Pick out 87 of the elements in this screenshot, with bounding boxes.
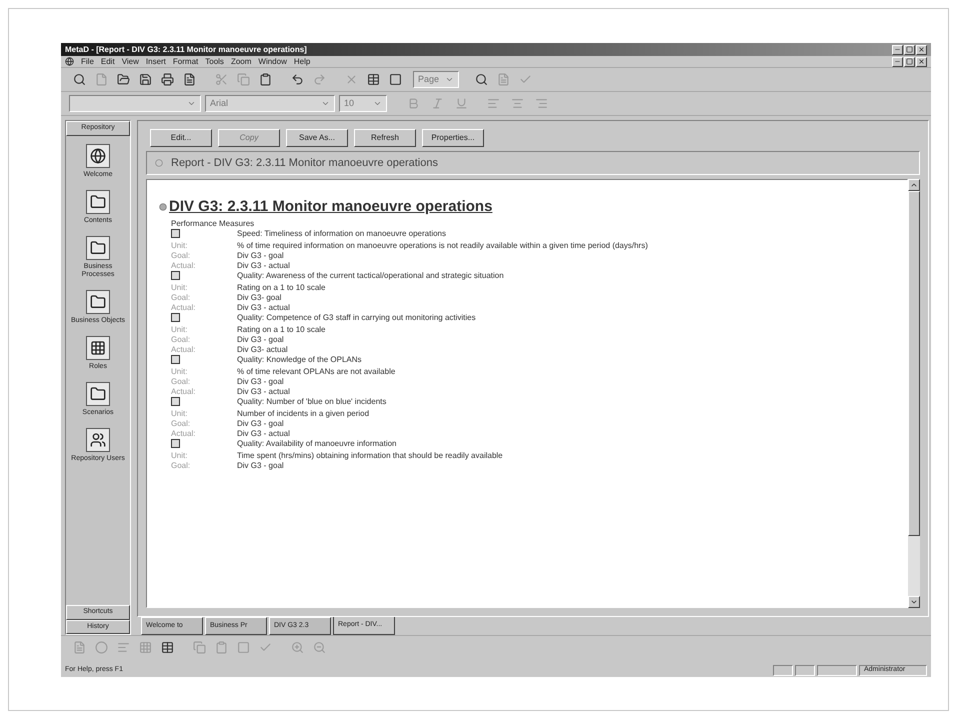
report-heading: DIV G3: 2.3.11 Monitor manoeuvre operations <box>169 197 492 217</box>
document-menu-icon[interactable] <box>65 57 74 66</box>
action-button[interactable]: Refresh <box>354 129 416 147</box>
field-value: Time spent (hrs/mins) obtaining information that should be readily available <box>237 450 504 460</box>
measure-title: Quality: Competence of G3 staff in carrying out monitoring activities <box>237 312 476 324</box>
field-label: Goal: <box>171 460 192 470</box>
minimize-icon[interactable] <box>892 56 903 66</box>
close-icon[interactable] <box>916 44 927 54</box>
field-value: Div G3- goal <box>237 292 282 302</box>
measure-icon <box>171 228 180 238</box>
field-value: Div G3 - goal <box>237 250 285 260</box>
measure-title: Quality: Number of 'blue on blue' incidents <box>237 396 386 408</box>
measure-title: Speed: Timeliness of information on manoeuvre operations <box>237 228 446 240</box>
folder-icon <box>86 236 110 260</box>
menu-item[interactable]: File <box>81 56 94 68</box>
folder-icon <box>86 190 110 214</box>
field-label: Unit: <box>171 324 188 334</box>
field-label: Unit: <box>171 408 188 418</box>
window-title: MetaD - [Report - DIV G3: 2.3.11 Monitor manoeuvre operations] <box>65 44 307 56</box>
field-value: Div G3 - goal <box>237 460 285 470</box>
field-label: Unit: <box>171 282 188 292</box>
measure-title: Quality: Knowledge of the OPLANs <box>237 354 362 366</box>
field-label: Goal: <box>171 376 192 386</box>
field-label: Actual: <box>171 386 196 396</box>
field-label: Unit: <box>171 366 188 376</box>
measure-icon <box>171 312 180 322</box>
grid-icon <box>86 336 110 360</box>
field-value: % of time relevant OPLANs are not available <box>237 366 396 376</box>
maximize-icon[interactable] <box>904 44 915 54</box>
field-label: Goal: <box>171 250 192 260</box>
field-value: Rating on a 1 to 10 scale <box>237 324 327 334</box>
bullet-icon <box>159 203 167 212</box>
measure-icon <box>171 438 180 448</box>
field-value: Rating on a 1 to 10 scale <box>237 282 327 292</box>
measure-icon <box>171 354 180 364</box>
field-value: Div G3 - goal <box>237 418 285 428</box>
globe-icon <box>86 144 110 168</box>
field-label: Actual: <box>171 428 196 438</box>
field-value: Number of incidents in a given period <box>237 408 370 418</box>
field-label: Goal: <box>171 334 192 344</box>
field-value: Div G3 - actual <box>237 302 291 312</box>
field-label: Actual: <box>171 260 196 270</box>
folder-icon <box>86 382 110 406</box>
action-button[interactable]: Properties... <box>422 129 484 147</box>
scroll-thumb[interactable] <box>908 191 920 536</box>
field-value: Div G3 - goal <box>237 376 285 386</box>
menu-item[interactable]: Insert <box>146 56 166 68</box>
menu-item[interactable]: Zoom <box>230 56 252 68</box>
field-label: Unit: <box>171 450 188 460</box>
restore-icon[interactable] <box>904 56 915 66</box>
close-icon[interactable] <box>916 56 927 66</box>
field-value: Div G3 - actual <box>237 428 291 438</box>
field-value: % of time required information on manoeuvre operations is not readily available within a given time period (days/hrs) <box>237 240 649 250</box>
scroll-down-icon[interactable] <box>908 596 920 608</box>
report-subheading: Performance Measures <box>170 218 256 228</box>
menu-item[interactable]: Tools <box>205 56 224 68</box>
field-label: Goal: <box>171 292 192 302</box>
status-panel <box>795 664 815 676</box>
users-icon <box>86 428 110 452</box>
menu-item[interactable]: Window <box>258 56 287 68</box>
folder-icon <box>86 290 110 314</box>
action-button[interactable]: Save As... <box>286 129 348 147</box>
measure-title: Quality: Awareness of the current tactical/operational and strategic situation <box>237 270 504 282</box>
field-label: Goal: <box>171 418 192 428</box>
menu-item[interactable]: Help <box>294 56 310 68</box>
field-value: Div G3 - goal <box>237 334 285 344</box>
field-label: Unit: <box>171 240 188 250</box>
status-panel <box>817 664 857 676</box>
field-value: Div G3 - actual <box>237 386 291 396</box>
scroll-up-icon[interactable] <box>908 179 920 191</box>
field-value: Div G3- actual <box>237 344 289 354</box>
field-label: Actual: <box>171 344 196 354</box>
menu-item[interactable]: View <box>122 56 139 68</box>
report-header: Report - DIV G3: 2.3.11 Monitor manoeuvre operations <box>171 156 438 171</box>
scrollbar[interactable] <box>908 179 920 608</box>
status-panel <box>773 664 793 676</box>
field-label: Actual: <box>171 302 196 312</box>
style-combo[interactable] <box>69 95 201 112</box>
measure-icon <box>171 270 180 280</box>
minimize-icon[interactable] <box>892 44 903 54</box>
measure-icon <box>171 396 180 406</box>
measure-title: Quality: Availability of manoeuvre information <box>237 438 396 450</box>
menu-item[interactable]: Format <box>172 56 198 68</box>
menu-item[interactable]: Edit <box>100 56 115 68</box>
bullet-icon <box>155 159 163 167</box>
field-value: Div G3 - actual <box>237 260 291 270</box>
action-button[interactable]: Edit... <box>150 129 212 147</box>
